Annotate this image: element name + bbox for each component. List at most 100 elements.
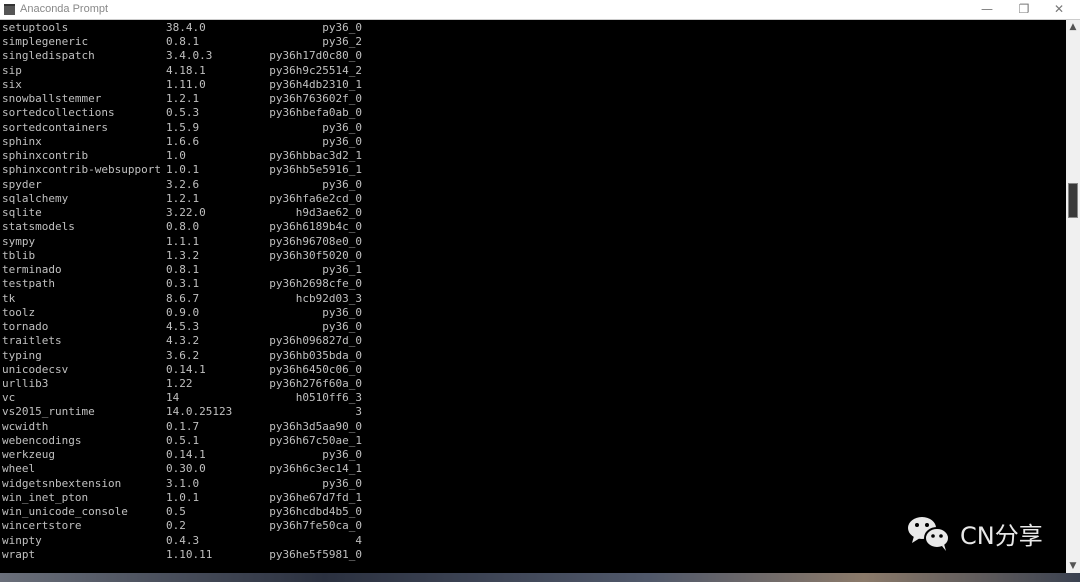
package-build: py36h6450c06_0 <box>269 362 362 376</box>
scroll-down-icon[interactable]: ▼ <box>1066 561 1080 571</box>
package-build: h0510ff6_3 <box>295 391 362 405</box>
package-build: py36hbbac3d2_1 <box>269 149 362 163</box>
package-name: sphinx <box>2 134 42 148</box>
package-build: py36hcdbd4b5_0 <box>269 505 362 519</box>
package-name: testpath <box>2 277 55 291</box>
package-build: py36he5f5981_0 <box>269 547 362 561</box>
package-version: 4.3.2 <box>166 334 200 348</box>
package-version: 1.2.1 <box>166 92 200 106</box>
package-name: sortedcollections <box>2 106 115 120</box>
package-name: sphinxcontrib-websupport <box>2 163 161 177</box>
package-name: wcwidth <box>2 419 49 433</box>
package-name: simplegeneric <box>2 35 89 49</box>
package-version: 0.1.7 <box>166 419 200 433</box>
scrollbar-thumb[interactable] <box>1068 183 1078 218</box>
package-name: werkzeug <box>2 448 55 462</box>
package-version: 0.30.0 <box>166 462 206 476</box>
package-version: 3.2.6 <box>166 177 200 191</box>
package-build: py36h763602f_0 <box>269 92 362 106</box>
package-name: sphinxcontrib <box>2 149 89 163</box>
console-icon <box>4 4 15 15</box>
package-version: 0.9.0 <box>166 305 200 319</box>
package-version: 0.8.1 <box>166 263 200 277</box>
package-name: vc <box>2 391 16 405</box>
package-build: py36h96708e0_0 <box>269 234 362 248</box>
package-version: 3.22.0 <box>166 206 206 220</box>
package-version: 1.3.2 <box>166 248 200 262</box>
package-version: 4.5.3 <box>166 320 200 334</box>
package-build: py36_0 <box>322 305 362 319</box>
package-build: py36h2698cfe_0 <box>269 277 362 291</box>
package-version: 1.0.1 <box>166 490 200 504</box>
package-name: snowballstemmer <box>2 92 102 106</box>
package-name: webencodings <box>2 433 82 447</box>
window-title: Anaconda Prompt <box>20 3 109 15</box>
package-build: h9d3ae62_0 <box>295 206 362 220</box>
vertical-scrollbar[interactable]: ▲ ▼ <box>1066 20 1080 573</box>
package-build: py36h17d0c80_0 <box>269 49 362 63</box>
package-name: sqlalchemy <box>2 191 69 205</box>
package-build: py36h4db2310_1 <box>269 77 362 91</box>
package-version: 1.6.6 <box>166 134 200 148</box>
package-version: 4.18.1 <box>166 63 206 77</box>
package-name: vs2015_runtime <box>2 405 95 419</box>
package-build: py36_0 <box>322 177 362 191</box>
wechat-icon <box>908 517 950 551</box>
package-version: 0.8.1 <box>166 35 200 49</box>
package-version: 3.1.0 <box>166 476 200 490</box>
package-version: 38.4.0 <box>166 21 206 34</box>
package-build: py36h6c3ec14_1 <box>269 462 362 476</box>
watermark-text: CN分享 <box>960 521 1043 550</box>
package-name: toolz <box>2 305 36 319</box>
package-version: 1.1.1 <box>166 234 200 248</box>
package-version: 0.5.1 <box>166 433 200 447</box>
package-name: statsmodels <box>2 220 75 234</box>
package-version: 0.8.0 <box>166 220 200 234</box>
package-build: hcb92d03_3 <box>295 291 362 305</box>
terminal-output[interactable]: setuptools 38.4.0 py36_0 simplegeneric 0.8.1… <box>0 20 1066 573</box>
package-name: traitlets <box>2 334 62 348</box>
package-name: setuptools <box>2 21 69 34</box>
package-name: win_unicode_console <box>2 505 128 519</box>
package-name: tornado <box>2 320 49 334</box>
package-name: spyder <box>2 177 42 191</box>
package-version: 1.0 <box>166 149 186 163</box>
package-name: singledispatch <box>2 49 95 63</box>
package-build: py36h096827d_0 <box>269 334 362 348</box>
package-name: wheel <box>2 462 36 476</box>
package-build: py36h6189b4c_0 <box>269 220 362 234</box>
package-build: py36hfa6e2cd_0 <box>269 191 362 205</box>
package-build: py36hbefa0ab_0 <box>269 106 362 120</box>
package-version: 0.5 <box>166 505 186 519</box>
package-version: 0.4.3 <box>166 533 200 547</box>
package-build: py36h30f5020_0 <box>269 248 362 262</box>
package-name: tblib <box>2 248 36 262</box>
package-build: py36h9c25514_2 <box>269 63 362 77</box>
package-build: py36_0 <box>322 21 362 34</box>
package-name: wincertstore <box>2 519 82 533</box>
package-name: tk <box>2 291 16 305</box>
package-version: 1.0.1 <box>166 163 200 177</box>
package-build: py36hb5e5916_1 <box>269 163 362 177</box>
close-button[interactable]: ✕ <box>1036 0 1080 19</box>
package-name: winpty <box>2 533 42 547</box>
package-name: terminado <box>2 263 62 277</box>
package-build: py36h3d5aa90_0 <box>269 419 362 433</box>
scroll-up-icon[interactable]: ▲ <box>1066 22 1080 32</box>
watermark: CN分享 <box>906 515 1043 551</box>
taskbar <box>0 573 1080 582</box>
package-version: 14 <box>166 391 180 405</box>
package-name: unicodecsv <box>2 362 69 376</box>
package-version: 0.5.3 <box>166 106 200 120</box>
package-version: 1.11.0 <box>166 77 206 91</box>
package-build: py36h276f60a_0 <box>269 377 362 390</box>
package-version: 1.5.9 <box>166 120 200 134</box>
package-version: 0.3.1 <box>166 277 200 291</box>
package-name: sip <box>2 63 22 77</box>
package-build: 4 <box>355 533 362 547</box>
package-name: widgetsnbextension <box>2 476 122 490</box>
package-version: 8.6.7 <box>166 291 200 305</box>
package-name: six <box>2 77 22 91</box>
package-name: sympy <box>2 234 36 248</box>
package-version: 3.6.2 <box>166 348 200 362</box>
